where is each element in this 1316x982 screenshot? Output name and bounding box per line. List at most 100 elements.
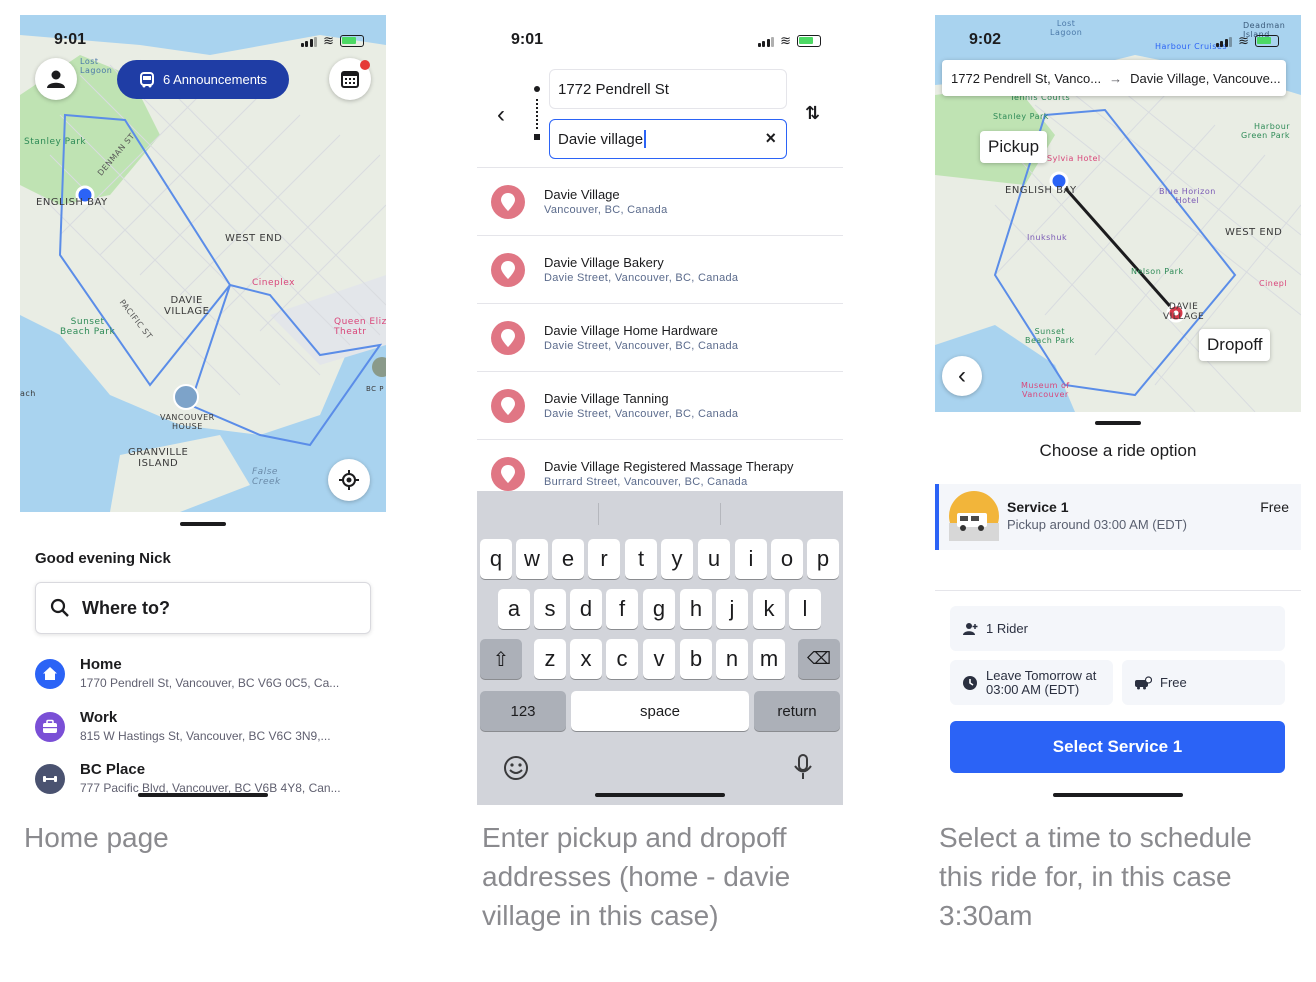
sheet-handle[interactable] bbox=[180, 522, 226, 526]
key[interactable]: e bbox=[552, 539, 584, 579]
route-summary[interactable]: 1772 Pendrell St, Vanco... → Davie Villa… bbox=[942, 60, 1286, 96]
fare-option[interactable]: Free bbox=[1122, 660, 1285, 705]
saved-place-work[interactable]: Work 815 W Hastings St, Vancouver, BC V6… bbox=[35, 709, 375, 753]
map-label-harbour-green: Harbour Green Park bbox=[1241, 122, 1291, 140]
clear-icon[interactable]: × bbox=[765, 128, 776, 149]
numbers-key[interactable]: 123 bbox=[480, 691, 566, 731]
service-pickup-time: Pickup around 03:00 AM (EDT) bbox=[1007, 517, 1187, 532]
key[interactable]: b bbox=[680, 639, 712, 679]
place-title: Work bbox=[80, 709, 118, 726]
result-title: Davie Village Home Hardware bbox=[544, 323, 718, 338]
battery-icon bbox=[340, 35, 364, 47]
pickup-input[interactable]: 1772 Pendrell St bbox=[549, 69, 787, 109]
back-button[interactable]: ‹ bbox=[942, 356, 982, 396]
map-label-nelson-park: Nelson Park bbox=[1131, 267, 1184, 276]
ride-option-screen: Lost Lagoon Deadman Island Harbour Cruis… bbox=[935, 15, 1301, 805]
shuttle-icon bbox=[949, 491, 999, 541]
swap-addresses-button[interactable]: ⇅ bbox=[805, 103, 820, 124]
chevron-left-icon: ‹ bbox=[958, 362, 966, 389]
select-service-button[interactable]: Select Service 1 bbox=[950, 721, 1285, 773]
map-label-sunset-beach: Sunset Beach Park bbox=[60, 317, 116, 337]
map-label-english-bay: ENGLISH BAY bbox=[1005, 185, 1077, 196]
dictation-button[interactable] bbox=[793, 753, 813, 786]
result-item[interactable]: Davie Village Bakery Davie Street, Vanco… bbox=[477, 236, 843, 304]
key[interactable]: q bbox=[480, 539, 512, 579]
key[interactable]: u bbox=[698, 539, 730, 579]
service-price: Free bbox=[1260, 499, 1289, 515]
key[interactable]: f bbox=[606, 589, 638, 629]
key[interactable]: n bbox=[716, 639, 748, 679]
key[interactable]: z bbox=[534, 639, 566, 679]
result-item[interactable]: Davie Village Tanning Davie Street, Vanc… bbox=[477, 372, 843, 440]
delete-key[interactable]: ⌫ bbox=[798, 639, 840, 679]
clock-icon bbox=[963, 675, 977, 690]
key[interactable]: h bbox=[680, 589, 712, 629]
shift-key[interactable]: ⇧ bbox=[480, 639, 522, 679]
home-screen: Lost Lagoon Stanley Park ENGLISH BAY WES… bbox=[20, 15, 386, 805]
crosshair-icon bbox=[339, 470, 359, 490]
sheet-handle[interactable] bbox=[1095, 421, 1141, 425]
status-bar: 9:01 ≋ bbox=[477, 29, 843, 51]
result-subtitle: Davie Street, Vancouver, BC, Canada bbox=[544, 408, 739, 420]
map-label-cineplex: Cineplex bbox=[252, 278, 295, 288]
profile-button[interactable] bbox=[35, 58, 77, 100]
emoji-button[interactable] bbox=[503, 755, 529, 786]
wifi-icon: ≋ bbox=[780, 33, 791, 48]
result-title: Davie Village bbox=[544, 187, 620, 202]
result-subtitle: Davie Street, Vancouver, BC, Canada bbox=[544, 272, 739, 284]
key[interactable]: w bbox=[516, 539, 548, 579]
key[interactable]: c bbox=[606, 639, 638, 679]
key[interactable]: t bbox=[625, 539, 657, 579]
home-icon bbox=[35, 659, 65, 689]
service-option[interactable]: Service 1 Pickup around 03:00 AM (EDT) F… bbox=[935, 484, 1301, 550]
service-name: Service 1 bbox=[1007, 499, 1069, 515]
key[interactable]: v bbox=[643, 639, 675, 679]
key[interactable]: l bbox=[789, 589, 821, 629]
saved-place-bc-place[interactable]: BC Place 777 Pacific Blvd, Vancouver, BC… bbox=[35, 761, 375, 805]
sheet-title: Choose a ride option bbox=[1039, 441, 1197, 460]
key[interactable]: y bbox=[661, 539, 693, 579]
key[interactable]: s bbox=[534, 589, 566, 629]
key[interactable]: d bbox=[570, 589, 602, 629]
key[interactable]: r bbox=[588, 539, 620, 579]
key[interactable]: j bbox=[716, 589, 748, 629]
result-item[interactable]: Davie Village Home Hardware Davie Street… bbox=[477, 304, 843, 372]
key[interactable]: k bbox=[753, 589, 785, 629]
key[interactable]: x bbox=[570, 639, 602, 679]
key[interactable]: i bbox=[735, 539, 767, 579]
announcements-button[interactable]: 6 Announcements bbox=[117, 60, 289, 99]
briefcase-icon bbox=[35, 712, 65, 742]
return-key[interactable]: return bbox=[754, 691, 840, 731]
locate-me-button[interactable] bbox=[328, 459, 370, 501]
space-key[interactable]: space bbox=[571, 691, 749, 731]
key[interactable]: a bbox=[498, 589, 530, 629]
dropoff-input[interactable]: Davie village × bbox=[549, 119, 787, 159]
back-button[interactable]: ‹ bbox=[497, 101, 505, 129]
result-subtitle: Davie Street, Vancouver, BC, Canada bbox=[544, 340, 739, 352]
map-label-museum: Museum of Vancouver bbox=[1021, 381, 1070, 399]
chevron-left-icon: ‹ bbox=[497, 101, 505, 128]
announcements-label: 6 Announcements bbox=[162, 72, 268, 87]
status-icons: ≋ bbox=[300, 33, 364, 49]
map-label-inukshuk: Inukshuk bbox=[1027, 233, 1068, 242]
schedule-option[interactable]: Leave Tomorrow at 03:00 AM (EDT) bbox=[950, 660, 1113, 705]
key[interactable]: o bbox=[771, 539, 803, 579]
shift-icon: ⇧ bbox=[492, 648, 510, 671]
map-label-sylvia-hotel: Sylvia Hotel bbox=[1047, 154, 1101, 163]
caption-ride-option: Select a time to schedule this ride for,… bbox=[939, 822, 1252, 931]
key[interactable]: p bbox=[807, 539, 839, 579]
status-time: 9:01 bbox=[54, 31, 87, 48]
fare-label: Free bbox=[1160, 675, 1187, 690]
person-icon bbox=[47, 70, 65, 88]
pickup-tag: Pickup bbox=[980, 131, 1048, 163]
suggestion-divider bbox=[598, 503, 599, 525]
place-title: Home bbox=[80, 656, 122, 673]
result-item[interactable]: Davie Village Vancouver, BC, Canada bbox=[477, 168, 843, 236]
riders-option[interactable]: 1 Rider bbox=[950, 606, 1285, 651]
saved-place-home[interactable]: Home 1770 Pendrell St, Vancouver, BC V6G… bbox=[35, 656, 375, 700]
key[interactable]: m bbox=[753, 639, 785, 679]
key[interactable]: g bbox=[643, 589, 675, 629]
address-entry-screen: 9:01 ≋ ‹ 1772 Pendrell St Davie village … bbox=[477, 15, 843, 805]
map-pin-icon bbox=[491, 185, 525, 219]
where-to-search[interactable]: Where to? bbox=[35, 582, 371, 634]
